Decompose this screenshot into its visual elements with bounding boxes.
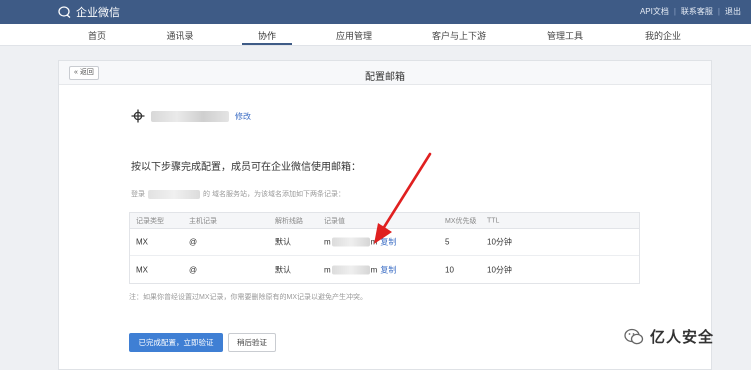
domain-prefix: 登录 [131,191,145,198]
table-row: MX @ 默认 m m 复制 10 10分钟 [130,256,639,283]
col-record-type: 记录类型 [136,217,164,225]
ttl: 10分钟 [487,265,512,274]
verify-later-button[interactable]: 稍后验证 [228,333,276,352]
col-priority: MX优先级 [445,217,477,225]
record-value: m m 复制 [324,264,396,275]
contact-support-link[interactable]: 联系客服 [681,6,713,17]
value-end: m [370,237,378,247]
edit-link[interactable]: 修改 [235,111,251,122]
copy-link[interactable]: 复制 [380,264,396,275]
nav-collaboration[interactable]: 协作 [258,29,276,42]
value-start: m [324,265,331,274]
table-row: MX @ 默认 m m 复制 5 10分钟 [130,229,639,256]
col-value: 记录值 [324,217,345,225]
top-links: API文档 | 联系客服 | 退出 [640,6,741,17]
watermark: 亿人安全 [624,326,714,347]
domain-instruction: 登录 的 域名服务站，为该域名添加如下两条记录： [131,189,345,199]
mail-account-row: 修改 [131,109,251,123]
resolution-line: 默认 [275,265,291,274]
mail-account-icon [131,109,145,123]
mx-priority: 10 [445,265,454,274]
mx-priority: 5 [445,237,450,247]
nav-contacts[interactable]: 通讯录 [166,29,193,42]
host-record: @ [189,237,198,247]
host-record: @ [189,265,198,274]
nav-management-tools[interactable]: 管理工具 [547,29,583,42]
domain-redacted [148,189,200,199]
verify-now-button[interactable]: 已完成配置，立即验证 [129,333,223,352]
api-docs-link[interactable]: API文档 [640,6,669,17]
nav-home[interactable]: 首页 [88,29,106,42]
logo-text: 企业微信 [76,7,120,19]
value-redacted [331,237,370,247]
separator: | [717,7,720,16]
page-title: 配置邮箱 [365,72,405,83]
logo[interactable]: 企业微信 [58,5,120,19]
nav-my-company[interactable]: 我的企业 [645,29,681,42]
record-type: MX [136,237,148,247]
conflict-note: 注：如果你曾经设置过MX记录，你需要删除原有的MX记录以避免产生冲突。 [129,294,367,301]
ttl: 10分钟 [487,237,512,247]
account-name-redacted [151,110,229,122]
panel-header: « 返回 配置邮箱 [59,61,711,85]
record-type: MX [136,265,148,274]
nav-customers[interactable]: 客户与上下游 [432,29,486,42]
resolution-line: 默认 [275,237,291,247]
main-nav: 首页 通讯录 协作 应用管理 客户与上下游 管理工具 我的企业 [0,24,751,46]
record-value: m m 复制 [324,237,396,248]
separator: | [673,7,676,16]
nav-active-indicator [242,43,292,45]
mx-records-table: 记录类型 主机记录 解析线路 记录值 MX优先级 TTL MX @ 默认 m m… [129,212,640,284]
col-host: 主机记录 [189,217,217,225]
watermark-text: 亿人安全 [650,329,715,346]
config-panel: « 返回 配置邮箱 修改 按以下步骤完成配置，成员可在企业微信使用邮箱： 登录 … [58,60,712,370]
wecom-logo-icon [58,6,71,18]
domain-suffix: 的 域名服务站，为该域名添加如下两条记录： [203,191,345,198]
value-redacted [331,265,370,274]
logout-link[interactable]: 退出 [725,6,741,17]
copy-link[interactable]: 复制 [380,237,396,248]
value-start: m [324,237,331,247]
col-ttl: TTL [487,217,500,224]
wechat-icon [624,328,644,344]
col-line: 解析线路 [275,217,303,225]
top-bar: 企业微信 API文档 | 联系客服 | 退出 [0,0,751,24]
table-header: 记录类型 主机记录 解析线路 记录值 MX优先级 TTL [130,213,639,229]
value-end: m [370,265,378,274]
instruction-text: 按以下步骤完成配置，成员可在企业微信使用邮箱： [131,162,361,173]
nav-app-management[interactable]: 应用管理 [336,29,372,42]
